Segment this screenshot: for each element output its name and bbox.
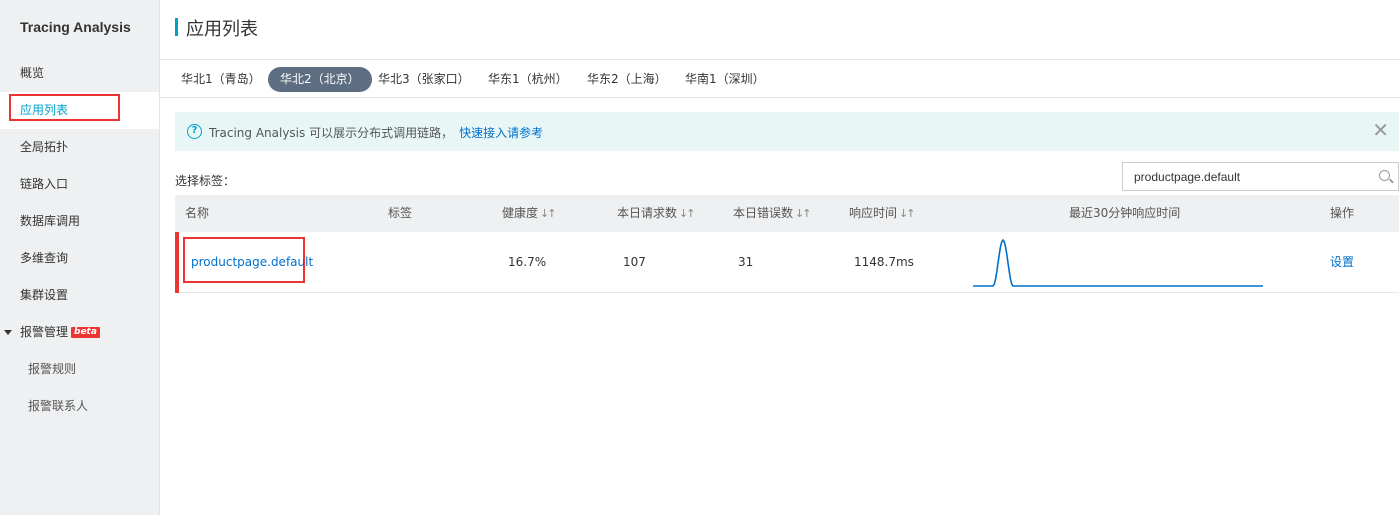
column-health-label: 健康度 [502, 206, 539, 220]
page-header: 应用列表 [160, 0, 1400, 60]
app-root: Tracing Analysis 概览 应用列表 全局拓扑 链路入口 数据库调用… [0, 0, 1400, 515]
sidebar-item-label: 多维查询 [20, 251, 69, 265]
app-name-link[interactable]: productpage.default [191, 232, 313, 293]
sidebar-item-alert-rules[interactable]: 报警规则 [0, 351, 159, 388]
sidebar: Tracing Analysis 概览 应用列表 全局拓扑 链路入口 数据库调用… [0, 0, 160, 515]
banner-text: Tracing Analysis 可以展示分布式调用链路， 快速接入请参考 [209, 124, 543, 141]
sidebar-item-label: 集群设置 [20, 288, 69, 302]
banner-message: Tracing Analysis 可以展示分布式调用链路， [209, 126, 454, 140]
page-title: 应用列表 [186, 19, 258, 40]
health-value: 16.7% [508, 255, 547, 269]
column-recent-response: 最近30分钟响应时间 [1069, 206, 1181, 220]
requests-value: 107 [623, 255, 646, 269]
sidebar-item-alert-contacts[interactable]: 报警联系人 [0, 388, 159, 425]
column-name: 名称 [185, 206, 210, 220]
quick-start-link[interactable]: 快速接入请参考 [459, 126, 543, 140]
search-box [1122, 162, 1399, 191]
sidebar-item-database-calls[interactable]: 数据库调用 [0, 203, 159, 240]
sidebar-item-label: 全局拓扑 [20, 140, 69, 154]
highlight-box [9, 94, 120, 121]
sidebar-item-label: 数据库调用 [20, 214, 81, 228]
sidebar-item-label: 链路入口 [20, 177, 69, 191]
table-header: 名称 标签 健康度 ↓↑ 本日请求数 ↓↑ 本日错误数 ↓↑ 响应时间 ↓↑ 最近30分… [175, 195, 1399, 232]
column-requests-label: 本日请求数 [617, 206, 678, 220]
close-icon[interactable]: ✕ [1372, 120, 1389, 140]
tab-region-zhangjiakou[interactable]: 华北3（张家口） [366, 67, 482, 92]
beta-badge: beta [71, 327, 100, 338]
region-tabs: 华北1（青岛） 华北2（北京） 华北3（张家口） 华东1（杭州） 华东2（上海）… [160, 60, 1400, 98]
tab-region-shenzhen[interactable]: 华南1（深圳） [673, 67, 777, 92]
sort-icon: ↓↑ [679, 207, 696, 220]
column-errors[interactable]: 本日错误数 ↓↑ [733, 195, 812, 232]
column-response[interactable]: 响应时间 ↓↑ [849, 195, 916, 232]
tab-region-hangzhou[interactable]: 华东1（杭州） [476, 67, 580, 92]
sidebar-item-trace-entry[interactable]: 链路入口 [0, 166, 159, 203]
sidebar-item-cluster-settings[interactable]: 集群设置 [0, 277, 159, 314]
tab-region-beijing[interactable]: 华北2（北京） [268, 67, 372, 92]
sidebar-item-app-list[interactable]: 应用列表 [0, 92, 159, 129]
row-highlight-marker [175, 232, 179, 293]
response-value: 1148.7ms [854, 255, 914, 269]
tab-region-shanghai[interactable]: 华东2（上海） [575, 67, 679, 92]
search-input[interactable] [1123, 163, 1368, 190]
help-icon: ? [187, 124, 202, 139]
caret-down-icon [4, 330, 12, 335]
sort-icon: ↓↑ [899, 207, 916, 220]
column-response-label: 响应时间 [849, 206, 898, 220]
tag-filter-label[interactable]: 选择标签： [175, 172, 235, 189]
table-row: productpage.default 16.7% 107 31 1148.7m… [175, 232, 1399, 293]
sidebar-item-label: 报警联系人 [28, 399, 89, 413]
sort-icon: ↓↑ [795, 207, 812, 220]
sparkline-path [973, 238, 1263, 287]
sort-icon: ↓↑ [540, 207, 557, 220]
title-accent-bar [175, 18, 178, 36]
sidebar-item-alert-management[interactable]: 报警管理 beta [0, 314, 159, 351]
sidebar-item-global-topology[interactable]: 全局拓扑 [0, 129, 159, 166]
tab-region-qingdao[interactable]: 华北1（青岛） [169, 67, 273, 92]
sidebar-item-label: 报警管理 [20, 325, 69, 339]
response-sparkline [973, 238, 1263, 287]
brand-title: Tracing Analysis [20, 19, 131, 35]
sidebar-item-label: 概览 [20, 66, 45, 80]
errors-value: 31 [738, 255, 754, 269]
column-action: 操作 [1330, 206, 1355, 220]
sidebar-item-label: 报警规则 [28, 362, 77, 376]
search-icon[interactable] [1379, 170, 1390, 181]
column-tags: 标签 [388, 206, 413, 220]
sidebar-item-multidim-query[interactable]: 多维查询 [0, 240, 159, 277]
sidebar-item-overview[interactable]: 概览 [0, 55, 159, 92]
info-banner: ? Tracing Analysis 可以展示分布式调用链路， 快速接入请参考 ✕ [175, 112, 1399, 151]
settings-link[interactable]: 设置 [1330, 232, 1354, 293]
column-errors-label: 本日错误数 [733, 206, 794, 220]
column-health[interactable]: 健康度 ↓↑ [502, 195, 557, 232]
column-requests[interactable]: 本日请求数 ↓↑ [617, 195, 696, 232]
